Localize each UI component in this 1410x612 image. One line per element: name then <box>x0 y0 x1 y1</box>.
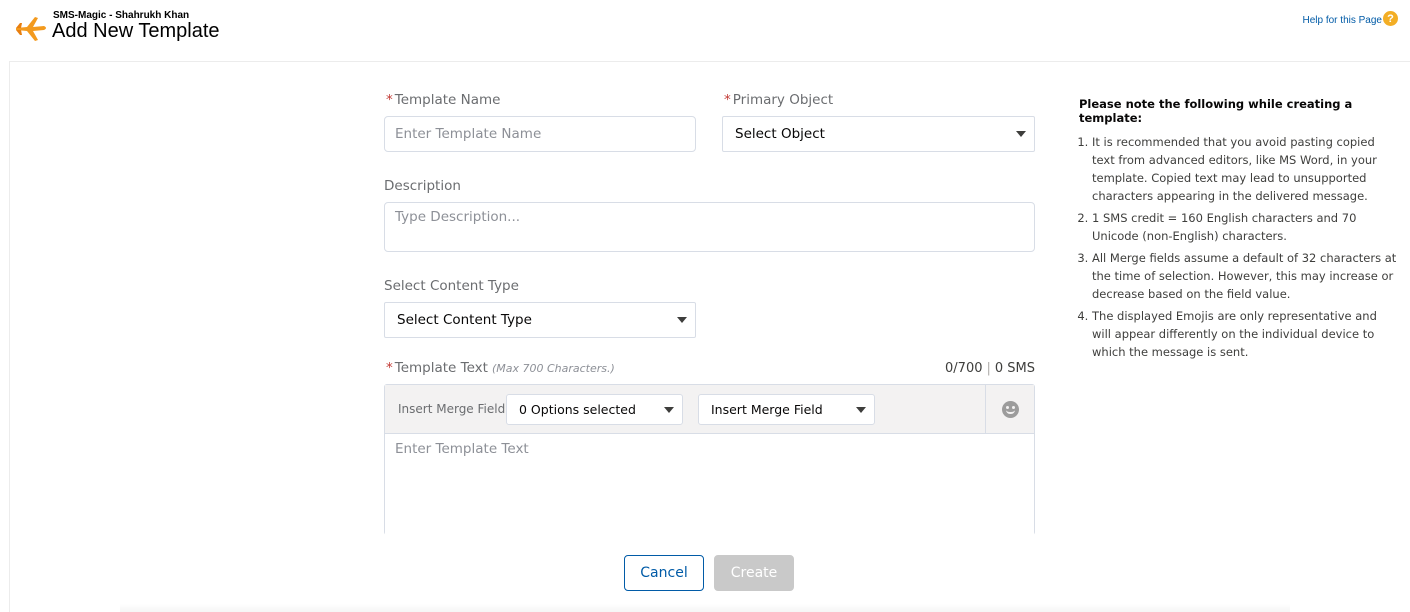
description-label: Description <box>384 178 461 194</box>
notes-list: It is recommended that you avoid pasting… <box>1079 133 1399 361</box>
primary-object-select[interactable]: Select Object <box>722 116 1035 152</box>
template-text-input[interactable] <box>385 435 1034 535</box>
template-name-label: * Template Name <box>386 92 501 108</box>
footer-shadow <box>120 604 1290 612</box>
plane-logo-icon <box>16 17 46 41</box>
description-input[interactable] <box>384 202 1035 252</box>
insert-merge-field-label: Insert Merge Field <box>398 402 506 416</box>
emoji-icon[interactable] <box>1002 401 1019 418</box>
content-type-label: Select Content Type <box>384 278 519 294</box>
chevron-down-icon <box>677 317 687 323</box>
content-type-value: Select Content Type <box>397 312 532 328</box>
required-marker: * <box>386 92 393 108</box>
merge-field-select[interactable]: Insert Merge Field <box>698 394 875 425</box>
options-multiselect[interactable]: 0 Options selected <box>506 394 683 425</box>
chevron-down-icon <box>664 406 674 413</box>
note-item: All Merge fields assume a default of 32 … <box>1092 249 1399 303</box>
editor-toolbar: Insert Merge Field 0 Options selected In… <box>385 385 1034 434</box>
note-item: 1 SMS credit = 160 English characters an… <box>1092 209 1399 245</box>
notes-panel: Please note the following while creating… <box>1079 97 1399 365</box>
options-select-value: 0 Options selected <box>519 402 636 417</box>
form-card: *Template Name *Primary Object Select Ob… <box>9 61 1410 612</box>
character-counter: 0/700 | 0 SMS <box>945 361 1035 376</box>
create-button[interactable]: Create <box>714 555 794 591</box>
max-chars-hint: (Max 700 Characters.) <box>491 362 615 375</box>
note-item: It is recommended that you avoid pasting… <box>1092 133 1399 205</box>
help-link[interactable]: Help for this Page <box>1303 15 1383 26</box>
template-text-label: * Template Text (Max 700 Characters.) <box>386 360 615 376</box>
chevron-down-icon <box>1016 131 1026 137</box>
primary-object-value: Select Object <box>735 126 825 142</box>
content-type-select[interactable]: Select Content Type <box>384 302 696 338</box>
chevron-down-icon <box>856 406 866 413</box>
page-title: Add New Template <box>52 20 220 42</box>
char-count: 0/700 <box>945 361 983 376</box>
merge-field-select-value: Insert Merge Field <box>711 402 823 417</box>
required-marker: * <box>386 360 393 376</box>
page: SMS-Magic - Shahrukh Khan Add New Templa… <box>0 0 1410 612</box>
cancel-button[interactable]: Cancel <box>624 555 704 591</box>
help-icon[interactable]: ? <box>1383 11 1398 26</box>
toolbar-divider <box>985 385 986 434</box>
sms-count: 0 SMS <box>994 361 1035 376</box>
template-name-input[interactable] <box>384 116 696 152</box>
primary-object-label: * Primary Object <box>724 92 834 108</box>
template-text-editor: Insert Merge Field 0 Options selected In… <box>384 384 1035 535</box>
notes-title: Please note the following while creating… <box>1079 97 1353 125</box>
required-marker: * <box>724 92 731 108</box>
note-item: The displayed Emojis are only representa… <box>1092 307 1399 361</box>
